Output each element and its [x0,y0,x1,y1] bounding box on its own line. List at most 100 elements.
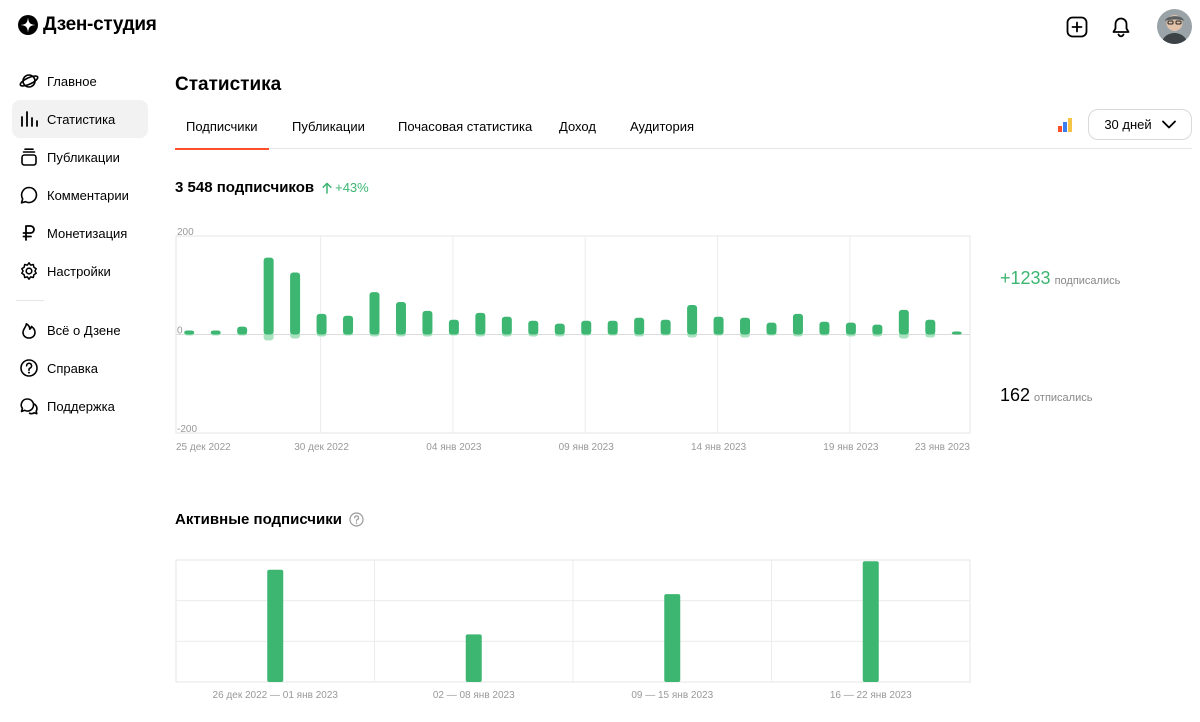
x-tick-label: 30 дек 2022 [294,442,349,453]
subscribe-bar [316,313,327,335]
subscribe-bar [475,312,486,335]
active-subscribers-title: Активные подписчики [175,511,364,528]
help-icon[interactable] [349,512,364,527]
subscribers-count: 3 548 подписчиков [175,179,315,196]
subscribe-bar [554,323,565,335]
sidebar-divider [16,300,44,301]
x-tick-label: 23 янв 2023 [915,442,971,453]
subscriptions-chart: 2000-20025 дек 2022 30 дек 2022 04 янв 202… [175,227,971,453]
tabs: Подписчики Публикации Почасовая статисти… [175,104,1192,150]
gear-icon [18,260,40,282]
subscribe-bar [528,320,539,335]
subscribe-bar [713,316,724,335]
subscribe-bar [581,320,592,335]
growth-value: +43% [335,180,369,195]
sidebar-item-monetization[interactable]: Монетизация [12,214,148,252]
x-tick-label: 04 янв 2023 [426,442,482,453]
x-tick-label: 26 дек 2022 — 01 янв 2023 [213,690,339,701]
question-circle-icon [18,357,40,379]
support-chat-icon [18,395,40,417]
sidebar-item-help[interactable]: Справка [12,349,148,387]
subscribers-total: 3 548 подписчиков +43% [175,179,369,196]
sidebar-item-label: Публикации [47,149,120,165]
period-select-value: 30 дней [1104,117,1152,132]
subscribed-stat: +1233 подписались [1000,268,1120,289]
active-subscribers-chart: 26 дек 2022 — 01 янв 2023 02 — 08 янв 202… [175,559,971,701]
x-tick-label: 02 — 08 янв 2023 [433,690,515,701]
tab-hourly-stats[interactable]: Почасовая статистика [398,104,532,149]
subscribed-label: подписались [1054,275,1121,287]
sidebar-item-statistics[interactable]: Статистика [12,100,148,138]
x-tick-label: 25 дек 2022 [176,442,231,453]
subscribe-bar [687,304,698,335]
create-plus-icon[interactable] [1065,15,1089,39]
subscribe-bar [845,322,856,335]
subscribe-bar [819,321,830,335]
subscribe-bar [501,316,512,335]
x-tick-label: 14 янв 2023 [691,442,747,453]
subscribe-bar [263,257,274,335]
subscribe-bar [766,322,777,335]
sidebar-item-about-dzen[interactable]: Всё о Дзене [12,311,148,349]
x-tick-label: 09 янв 2023 [559,442,615,453]
logo[interactable]: Дзен-студия [18,14,157,36]
unsubscribed-value: 162 [1000,385,1031,405]
sidebar-item-main[interactable]: Главное [12,62,148,100]
growth-badge: +43% [322,180,369,195]
subscribe-bar [898,309,909,335]
subscribe-bar [237,326,248,335]
comment-bubble-icon [18,184,40,206]
subscribe-bar [343,315,354,335]
ruble-icon [18,222,40,244]
avatar[interactable] [1157,9,1192,44]
y-tick-label: 200 [177,227,194,238]
subscribe-bar [740,317,751,335]
subscribe-bar [607,320,618,335]
dzen-logo-icon [18,15,38,35]
stats-bars-icon [18,108,40,130]
active-subscribers-bar [664,594,681,682]
active-subscribers-heading: Активные подписчики [175,511,342,528]
sidebar-item-publications[interactable]: Публикации [12,138,148,176]
flame-icon [18,319,40,341]
subscribe-bar [872,324,883,335]
period-select[interactable]: 30 дней [1088,109,1192,140]
sidebar-item-label: Настройки [47,263,111,279]
subscribe-bar [422,310,433,335]
header-actions [1065,9,1192,44]
sidebar: Главное Статистика Публикации Комментари… [12,62,148,425]
subscribe-bar [369,292,380,335]
tab-income[interactable]: Доход [559,104,596,149]
x-tick-label: 19 янв 2023 [823,442,879,453]
unsubscribed-stat: 162 отписались [1000,385,1092,406]
x-tick-label: 16 — 22 янв 2023 [830,690,912,701]
subscribed-value: +1233 [1000,268,1051,288]
sidebar-item-label: Поддержка [47,398,115,414]
active-subscribers-bar [267,569,284,682]
planet-icon [18,70,40,92]
subscribe-bar [660,319,671,335]
subscribe-bar [395,301,406,335]
bell-icon[interactable] [1109,15,1133,39]
subscribe-bar [184,330,195,335]
subscribe-bar [634,317,645,335]
subscribe-bar [290,272,301,335]
active-subscribers-bar [465,634,482,682]
tab-audience[interactable]: Аудитория [630,104,694,149]
tab-subscribers[interactable]: Подписчики [175,104,269,150]
chart-type-icon[interactable] [1057,117,1073,133]
subscribe-bar [448,319,459,335]
subscribe-bar [792,313,803,335]
sidebar-item-label: Всё о Дзене [47,322,121,338]
subscribe-bar [951,331,962,335]
publications-stack-icon [18,146,40,168]
sidebar-item-label: Комментарии [47,187,129,203]
chevron-down-icon [1161,120,1176,129]
sidebar-item-label: Статистика [47,111,116,127]
sidebar-item-comments[interactable]: Комментарии [12,176,148,214]
sidebar-item-settings[interactable]: Настройки [12,252,148,290]
sidebar-item-support[interactable]: Поддержка [12,387,148,425]
active-subscribers-bar [862,561,879,682]
subscribe-bar [925,319,936,335]
tab-publications[interactable]: Публикации [292,104,365,149]
